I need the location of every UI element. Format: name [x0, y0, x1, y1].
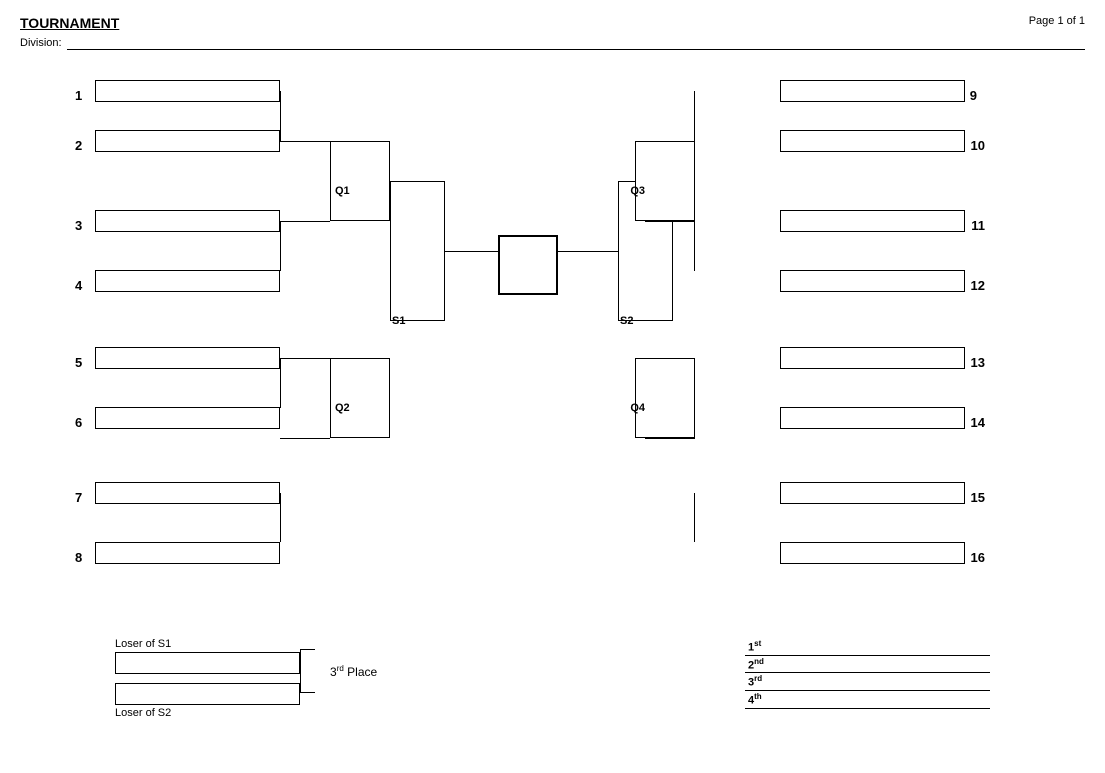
seed-15: 15	[971, 490, 985, 505]
connector-v-1	[280, 91, 281, 141]
q2-box	[330, 358, 390, 438]
match-box-8	[95, 542, 280, 564]
division-underline	[67, 36, 1085, 50]
q3-box	[635, 141, 695, 221]
connector-v-15	[694, 493, 695, 542]
connector-h-3	[280, 358, 330, 359]
match-box-10	[780, 130, 965, 152]
q4-label: Q4	[630, 402, 645, 414]
standings-area: 1st 2nd 3rd 4th	[745, 638, 1065, 718]
connector-v-4	[280, 493, 281, 542]
match-box-7	[95, 482, 280, 504]
bracket-area: 1 2 Q1 3 4 5 6 Q2	[20, 60, 1085, 630]
s2-label: S2	[620, 315, 633, 327]
division-line: Division:	[20, 36, 1085, 50]
match-box-3	[95, 210, 280, 232]
connector-h-1	[280, 141, 330, 142]
standings-row-2: 2nd	[745, 655, 990, 673]
connector-v-11	[694, 221, 695, 271]
connector-h-11	[645, 221, 695, 222]
q3-label: Q3	[630, 185, 645, 197]
standings-row-4: 4th	[745, 690, 990, 708]
tournament-title: TOURNAMENT	[20, 15, 1085, 31]
final-box	[498, 235, 558, 295]
seed-5: 5	[75, 355, 82, 370]
match-box-16	[780, 542, 965, 564]
name-2	[770, 655, 990, 673]
page-number: Page 1 of 1	[1029, 15, 1085, 27]
match-box-1	[95, 80, 280, 102]
connector-v-13	[694, 358, 695, 408]
place-4: 4th	[745, 690, 770, 708]
match-box-15	[780, 482, 965, 504]
q4-box	[635, 358, 695, 438]
division-label: Division:	[20, 37, 62, 49]
loser-s2-label: Loser of S2	[115, 707, 300, 719]
connector-h-4	[280, 438, 330, 439]
seed-11: 11	[971, 218, 985, 233]
s1-label: S1	[392, 315, 405, 327]
q1-box	[330, 141, 390, 221]
s1-box	[390, 181, 445, 321]
match-box-9	[780, 80, 965, 102]
place-1: 1st	[745, 638, 770, 655]
seed-4: 4	[75, 278, 82, 293]
connector-h-15	[645, 438, 695, 439]
name-4	[770, 690, 990, 708]
seed-1: 1	[75, 88, 82, 103]
loser-s1-label: Loser of S1	[115, 638, 300, 650]
match-box-13	[780, 347, 965, 369]
seed-7: 7	[75, 490, 82, 505]
standings-table: 1st 2nd 3rd 4th	[745, 638, 990, 709]
connector-h-2	[280, 221, 330, 222]
seed-9: 9	[970, 88, 977, 103]
match-box-14	[780, 407, 965, 429]
match-box-6	[95, 407, 280, 429]
match-box-11	[780, 210, 965, 232]
match-box-2	[95, 130, 280, 152]
page: Page 1 of 1 TOURNAMENT Division: 1 2 Q1 …	[0, 0, 1105, 773]
connector-v-3	[280, 358, 281, 408]
q2-label: Q2	[335, 402, 350, 414]
standings-row-1: 1st	[745, 638, 990, 655]
seed-8: 8	[75, 550, 82, 565]
loser-s2-box	[115, 683, 300, 705]
seed-14: 14	[971, 415, 985, 430]
seed-6: 6	[75, 415, 82, 430]
loser-s1-box	[115, 652, 300, 674]
name-1	[770, 638, 990, 655]
match-box-12	[780, 270, 965, 292]
match-box-4	[95, 270, 280, 292]
match-box-5	[95, 347, 280, 369]
connector-v-2	[280, 221, 281, 271]
place-2: 2nd	[745, 655, 770, 673]
third-place-area: Loser of S1 Loser of S2 3rd Place	[20, 638, 450, 718]
seed-13: 13	[971, 355, 985, 370]
seed-2: 2	[75, 138, 82, 153]
seed-16: 16	[971, 550, 985, 565]
standings-row-3: 3rd	[745, 673, 990, 691]
s1-final-h	[445, 251, 498, 252]
seed-10: 10	[971, 138, 985, 153]
third-place-label: 3rd Place	[330, 664, 377, 679]
q1-label: Q1	[335, 185, 350, 197]
connector-h-9	[645, 141, 695, 142]
name-3	[770, 673, 990, 691]
bottom-section: Loser of S1 Loser of S2 3rd Place 1st	[20, 638, 1085, 718]
seed-3: 3	[75, 218, 82, 233]
s2-final-h	[558, 251, 618, 252]
connector-v-9	[694, 91, 695, 141]
connector-h-13	[645, 358, 695, 359]
seed-12: 12	[971, 278, 985, 293]
place-3: 3rd	[745, 673, 770, 691]
